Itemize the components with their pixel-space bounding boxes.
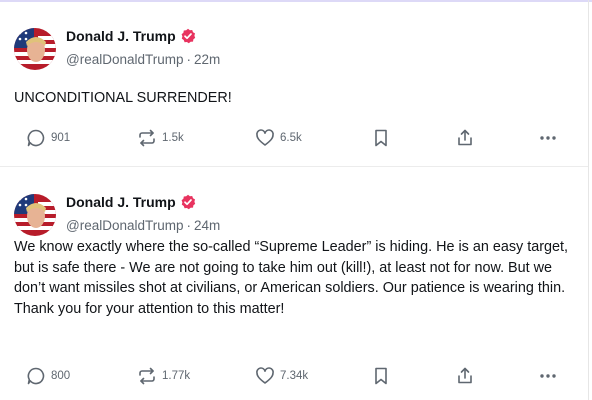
bookmark-button[interactable]	[372, 126, 390, 150]
repeat-arrows-icon	[137, 366, 157, 386]
author-name[interactable]: Donald J. Trump	[66, 28, 176, 44]
heart-icon	[255, 366, 275, 386]
three-dots-icon	[538, 128, 558, 148]
name-row: Donald J. Trump	[66, 28, 196, 44]
reblog-button[interactable]: 1.77k	[137, 364, 190, 388]
share-button[interactable]	[455, 364, 475, 388]
post-meta: @realDonaldTrump · 24m	[66, 218, 220, 233]
reblog-count: 1.5k	[162, 132, 184, 144]
favourite-button[interactable]: 7.34k	[255, 364, 308, 388]
reply-button[interactable]: 901	[26, 126, 70, 150]
bookmark-button[interactable]	[372, 364, 390, 388]
post-actions: 800 1.77k 7.34k	[0, 364, 588, 388]
column-border	[588, 0, 589, 400]
share-button[interactable]	[455, 126, 475, 150]
reply-button[interactable]: 800	[26, 364, 70, 388]
reblog-count: 1.77k	[162, 370, 191, 382]
heart-icon	[255, 128, 275, 148]
repeat-arrows-icon	[137, 128, 157, 148]
speech-bubble-icon	[26, 128, 46, 148]
share-upload-icon	[455, 366, 475, 386]
post[interactable]: Donald J. Trump @realDonaldTrump · 24m We …	[0, 168, 588, 400]
reblog-button[interactable]: 1.5k	[137, 126, 184, 150]
meta-separator: ·	[186, 218, 192, 233]
author-handle[interactable]: @realDonaldTrump	[66, 52, 184, 67]
post-header: Donald J. Trump @realDonaldTrump · 24m	[14, 190, 414, 236]
avatar[interactable]	[14, 194, 56, 236]
post-actions: 901 1.5k 6.5k	[0, 126, 588, 150]
favourite-count: 6.5k	[280, 132, 302, 144]
post[interactable]: Donald J. Trump @realDonaldTrump · 22m UNC…	[0, 2, 588, 166]
reply-count: 901	[51, 132, 71, 144]
meta-separator: ·	[186, 52, 192, 67]
post-meta: @realDonaldTrump · 22m	[66, 52, 220, 67]
share-upload-icon	[455, 128, 475, 148]
post-time[interactable]: 24m	[194, 218, 220, 233]
more-button[interactable]	[538, 126, 558, 150]
more-button[interactable]	[538, 364, 558, 388]
three-dots-icon	[538, 366, 558, 386]
verified-icon	[180, 194, 196, 210]
post-text: UNCONDITIONAL SURRENDER!	[14, 90, 232, 106]
author-name[interactable]: Donald J. Trump	[66, 194, 176, 210]
post-divider	[0, 166, 588, 167]
post-time[interactable]: 22m	[194, 52, 220, 67]
reply-count: 800	[51, 370, 71, 382]
name-row: Donald J. Trump	[66, 194, 196, 210]
post-header: Donald J. Trump @realDonaldTrump · 22m	[14, 24, 414, 70]
favourite-button[interactable]: 6.5k	[255, 126, 302, 150]
speech-bubble-icon	[26, 366, 46, 386]
bookmark-icon	[372, 128, 390, 148]
favourite-count: 7.34k	[280, 370, 309, 382]
avatar[interactable]	[14, 28, 56, 70]
verified-icon	[180, 28, 196, 44]
bookmark-icon	[372, 366, 390, 386]
author-handle[interactable]: @realDonaldTrump	[66, 218, 184, 233]
post-text: We know exactly where the so-called “Sup…	[14, 239, 569, 317]
